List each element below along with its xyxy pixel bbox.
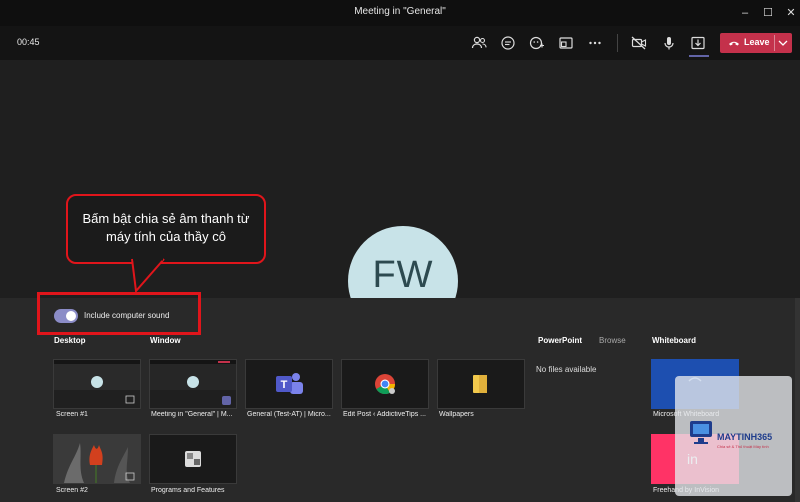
share-tray-icon[interactable]: [689, 34, 707, 52]
programs-features-icon: [150, 435, 236, 483]
toolbar-divider: [617, 34, 618, 52]
screen-2-label: Screen #2: [56, 487, 88, 494]
powerpoint-empty-text: No files available: [536, 365, 597, 374]
window-label-meeting: Meeting in "General" | M...: [151, 411, 233, 418]
window-label-wallpapers: Wallpapers: [439, 411, 474, 418]
chevron-down-icon[interactable]: [778, 39, 788, 47]
close-button[interactable]: ✕: [782, 4, 800, 22]
callout-tail-pointer: [131, 258, 165, 292]
include-computer-sound-label: Include computer sound: [84, 311, 170, 320]
annotation-text: Bấm bật chia sẻ âm thanh từ máy tính của…: [82, 211, 250, 244]
leave-button[interactable]: Leave: [720, 33, 792, 53]
chrome-icon: [342, 360, 428, 408]
window-tile-programs[interactable]: [149, 434, 237, 484]
share-active-indicator: [689, 55, 709, 57]
window-label-teams: General (Test-AT) | Micro...: [247, 411, 331, 418]
avatar-initials: FW: [372, 254, 434, 296]
share-tray-scrollbar[interactable]: [795, 298, 800, 502]
rooms-icon[interactable]: [557, 34, 575, 52]
participants-icon[interactable]: [470, 34, 488, 52]
include-computer-sound-toggle[interactable]: [54, 309, 78, 323]
teams-app-icon: T: [246, 360, 332, 408]
window-tile-meeting[interactable]: [149, 359, 237, 409]
phone-hangup-icon: [729, 41, 739, 46]
screen-2-tile[interactable]: [53, 434, 141, 484]
annotation-callout: Bấm bật chia sẻ âm thanh từ máy tính của…: [66, 194, 266, 264]
window-label-programs: Programs and Features: [151, 487, 225, 494]
title-bar: Meeting in "General" – ☐ ✕: [0, 0, 800, 26]
meeting-toolbar: 00:45 Leave: [0, 26, 800, 60]
camera-off-icon[interactable]: [630, 34, 648, 52]
watermark-brand: MAYTINH365: [717, 432, 773, 442]
window-title: Meeting in "General": [354, 6, 446, 17]
maximize-button[interactable]: ☐: [759, 4, 777, 22]
window-label-chrome: Edit Post ‹ AddictiveTips ...: [343, 411, 426, 418]
screen-1-label: Screen #1: [56, 411, 88, 418]
more-icon[interactable]: [586, 34, 604, 52]
minimize-button[interactable]: –: [736, 4, 754, 22]
reactions-icon[interactable]: [528, 34, 546, 52]
section-desktop: Desktop: [54, 336, 86, 345]
leave-label: Leave: [744, 37, 770, 47]
watermark-logo: MAYTINH365 Chia sẻ & Thủ thuật Máy tính: [675, 376, 792, 496]
screen-2-thumbnail: [54, 435, 140, 483]
folder-icon: [438, 360, 524, 408]
svg-text:T: T: [281, 379, 288, 391]
chat-icon[interactable]: [499, 34, 517, 52]
teams-window-icon: [150, 360, 236, 408]
toggle-knob: [66, 311, 76, 321]
browse-link[interactable]: Browse: [599, 336, 626, 345]
monitor-logo-icon: [690, 421, 712, 444]
section-window: Window: [150, 336, 181, 345]
window-tile-chrome[interactable]: [341, 359, 429, 409]
screen-1-tile[interactable]: [53, 359, 141, 409]
microphone-icon[interactable]: [660, 34, 678, 52]
leave-split-divider: [774, 35, 775, 51]
watermark-tagline: Chia sẻ & Thủ thuật Máy tính: [717, 444, 769, 449]
meeting-timer: 00:45: [17, 37, 40, 47]
screen-1-thumbnail: [54, 360, 140, 408]
section-whiteboard: Whiteboard: [652, 336, 696, 345]
section-powerpoint: PowerPoint: [538, 336, 583, 345]
window-tile-wallpapers[interactable]: [437, 359, 525, 409]
window-tile-teams[interactable]: T: [245, 359, 333, 409]
